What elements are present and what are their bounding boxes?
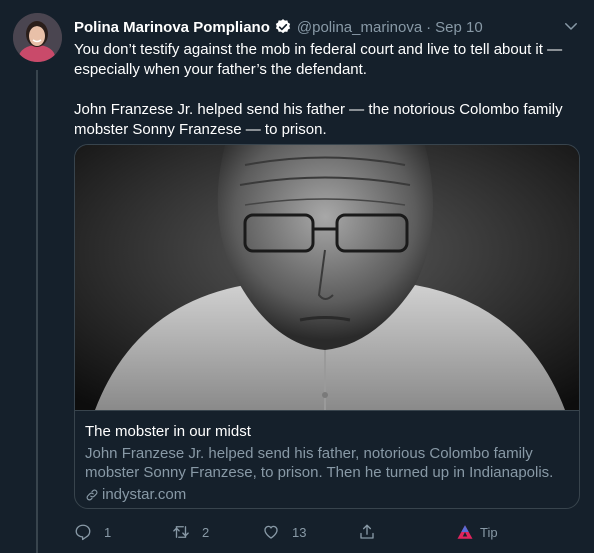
tweet-text: You don’t testify against the mob in fed… — [74, 40, 579, 140]
like-count: 13 — [292, 524, 307, 540]
reply-icon — [75, 524, 91, 541]
retweet-count: 2 — [202, 524, 210, 540]
card-description: John Franzese Jr. helped send his father… — [85, 445, 554, 481]
tip-button[interactable]: Tip — [456, 521, 498, 543]
card-body: The mobster in our midst John Franzese J… — [75, 410, 579, 508]
verified-badge-icon — [275, 19, 290, 34]
like-button[interactable]: 13 — [262, 521, 306, 543]
retweet-button[interactable]: 2 — [172, 521, 209, 543]
author-handle[interactable]: @polina_marinova — [297, 19, 422, 36]
thread-line — [36, 70, 38, 553]
retweet-icon — [172, 526, 189, 541]
share-button[interactable] — [358, 521, 376, 543]
link-card[interactable]: The mobster in our midst John Franzese J… — [74, 144, 580, 509]
tweet-header: Polina Marinova Pompliano @polina_marino… — [74, 16, 580, 38]
tip-label: Tip — [480, 524, 498, 540]
like-icon — [264, 525, 278, 539]
card-image — [75, 145, 579, 410]
tweet-text-paragraph: John Franzese Jr. helped send his father… — [74, 101, 563, 138]
tweet-actions: 1 2 13 Tip — [74, 521, 580, 543]
card-domain-text: indystar.com — [102, 486, 187, 503]
card-domain: indystar.com — [85, 486, 571, 503]
link-icon — [86, 489, 98, 500]
tweet-text-paragraph: You don’t testify against the mob in fed… — [74, 41, 563, 78]
author-name[interactable]: Polina Marinova Pompliano — [74, 19, 270, 36]
reply-button[interactable]: 1 — [74, 521, 111, 543]
share-icon — [360, 524, 374, 539]
chevron-down-icon[interactable] — [562, 17, 580, 35]
card-title: The mobster in our midst — [85, 423, 251, 440]
tip-icon — [457, 525, 473, 539]
separator-dot: · — [426, 18, 432, 36]
reply-count: 1 — [104, 524, 112, 540]
tweet-date[interactable]: Sep 10 — [435, 19, 483, 36]
avatar-photo — [13, 13, 62, 62]
avatar[interactable] — [13, 13, 62, 62]
